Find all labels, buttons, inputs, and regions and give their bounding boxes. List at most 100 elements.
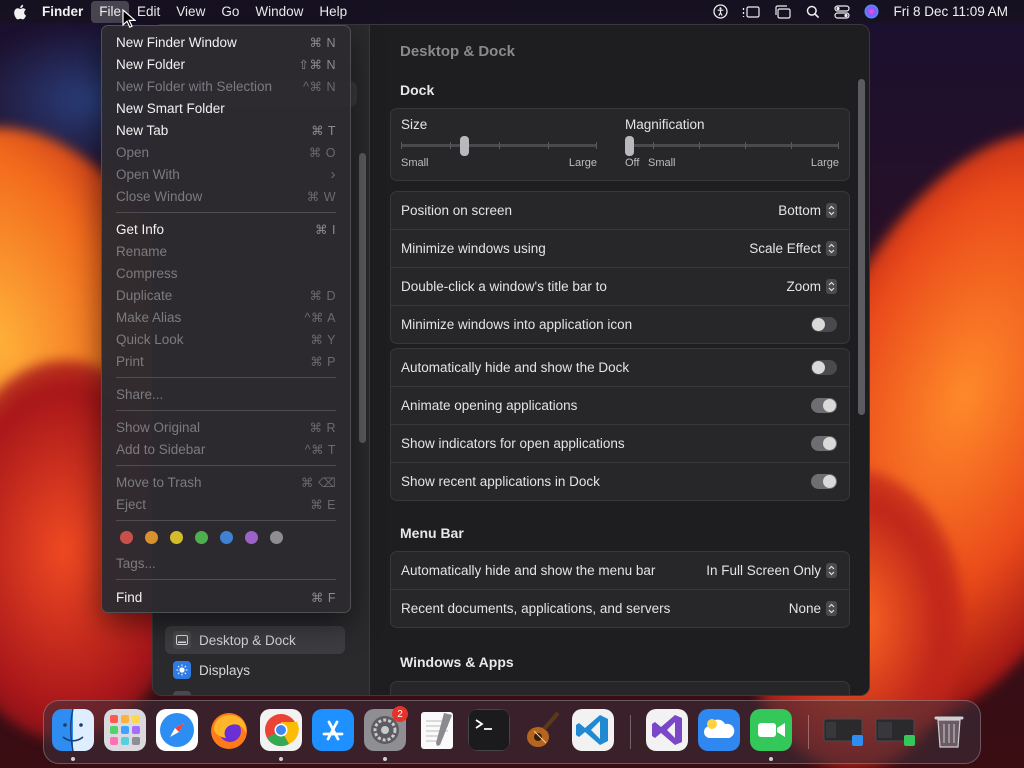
popup-value: None: [788, 601, 821, 616]
vscode-icon[interactable]: [572, 709, 614, 751]
menu-item-new-finder-window[interactable]: New Finder Window ⌘ N: [108, 31, 344, 53]
row-label: Minimize windows using: [401, 241, 546, 256]
size-slider-thumb[interactable]: [460, 136, 469, 156]
minimize-effect-popup-button[interactable]: Scale Effect: [749, 241, 837, 256]
siri-icon[interactable]: [864, 4, 879, 19]
minimized-facetime-window-icon[interactable]: [874, 709, 916, 751]
menu-item-duplicate[interactable]: Duplicate ⌘ D: [108, 284, 344, 306]
tag-purple-dot[interactable]: [245, 531, 258, 544]
tag-gray-dot[interactable]: [270, 531, 283, 544]
visual-studio-icon[interactable]: [646, 709, 688, 751]
content-scrollbar[interactable]: [858, 79, 865, 415]
menu-item-new-tab[interactable]: New Tab ⌘ T: [108, 119, 344, 141]
firefox-icon[interactable]: [208, 709, 250, 751]
auto-hide-menu-bar-popup-button[interactable]: In Full Screen Only: [706, 563, 837, 578]
terminal-icon[interactable]: [468, 709, 510, 751]
minimize-into-icon-row: Minimize windows into application icon: [391, 305, 849, 343]
popup-value: Scale Effect: [749, 241, 821, 256]
menu-item-label: Get Info: [116, 221, 165, 237]
launchpad-icon[interactable]: [104, 709, 146, 751]
menu-view[interactable]: View: [168, 1, 213, 23]
menu-item-label: New Smart Folder: [116, 100, 225, 116]
menu-item-add-to-sidebar[interactable]: Add to Sidebar ^⌘ T: [108, 438, 344, 460]
position-popup-button[interactable]: Bottom: [778, 203, 837, 218]
menu-shortcut: ⌘ E: [310, 497, 336, 512]
dock-behavior-group: Position on screen Bottom Minimize windo…: [390, 191, 850, 344]
trash-icon[interactable]: [928, 709, 970, 751]
menu-app-name[interactable]: Finder: [34, 1, 91, 23]
menu-shortcut: ⌘ N: [309, 35, 336, 50]
size-slider[interactable]: Size Small Large: [401, 117, 597, 169]
accessibility-icon[interactable]: [713, 4, 729, 19]
menu-item-tags[interactable]: Tags...: [108, 552, 344, 574]
magnification-slider-thumb[interactable]: [625, 136, 634, 156]
garageband-icon[interactable]: [520, 709, 562, 751]
menu-item-rename[interactable]: Rename: [108, 240, 344, 262]
recent-items-row: Recent documents, applications, and serv…: [391, 589, 849, 627]
file-menu-dropdown: New Finder Window ⌘ N New Folder ⇧⌘ N New …: [101, 25, 351, 613]
app-store-icon[interactable]: [312, 709, 354, 751]
finder-icon[interactable]: [52, 709, 94, 751]
menu-item-label: Print: [116, 353, 144, 369]
menu-item-label: Make Alias: [116, 309, 182, 325]
tag-orange-dot[interactable]: [145, 531, 158, 544]
facetime-icon[interactable]: [750, 709, 792, 751]
window-switcher-icon[interactable]: [774, 4, 792, 19]
menu-window[interactable]: Window: [247, 1, 311, 23]
menu-item-show-original[interactable]: Show Original ⌘ R: [108, 416, 344, 438]
row-label: Automatically hide and show the menu bar: [401, 563, 656, 578]
mouse-pointer-icon: [122, 8, 137, 34]
menu-shortcut: ⌘ D: [309, 288, 336, 303]
menu-item-new-folder-with-selection[interactable]: New Folder with Selection ^⌘ N: [108, 75, 344, 97]
menu-item-eject[interactable]: Eject ⌘ E: [108, 493, 344, 515]
tag-green-dot[interactable]: [195, 531, 208, 544]
recent-items-popup-button[interactable]: None: [789, 601, 837, 616]
apple-menu-icon[interactable]: [12, 3, 28, 21]
menu-item-close-window[interactable]: Close Window ⌘ W: [108, 185, 344, 207]
sidebar-item-partial[interactable]: [165, 686, 345, 695]
minimized-finder-window-icon[interactable]: [822, 709, 864, 751]
menu-item-quick-look[interactable]: Quick Look ⌘ Y: [108, 328, 344, 350]
tag-blue-dot[interactable]: [220, 531, 233, 544]
menu-item-move-to-trash[interactable]: Move to Trash ⌘ ⌫: [108, 471, 344, 493]
animate-opening-toggle[interactable]: [811, 398, 837, 413]
menu-bar-clock[interactable]: Fri 8 Dec 11:09 AM: [893, 4, 1008, 19]
menu-item-print[interactable]: Print ⌘ P: [108, 350, 344, 372]
magnification-slider-label: Magnification: [625, 117, 705, 132]
menu-item-new-folder[interactable]: New Folder ⇧⌘ N: [108, 53, 344, 75]
menu-item-open[interactable]: Open ⌘ O: [108, 141, 344, 163]
menu-item-find[interactable]: Find ⌘ F: [108, 586, 344, 608]
menu-item-open-with[interactable]: Open With ›: [108, 163, 344, 185]
show-recent-apps-toggle[interactable]: [811, 474, 837, 489]
menu-item-share[interactable]: Share...: [108, 383, 344, 405]
chevron-up-down-icon: [826, 563, 837, 578]
tag-yellow-dot[interactable]: [170, 531, 183, 544]
tag-red-dot[interactable]: [120, 531, 133, 544]
stage-manager-icon[interactable]: [742, 5, 761, 19]
sidebar-item-displays[interactable]: Displays: [165, 656, 345, 684]
safari-icon[interactable]: [156, 709, 198, 751]
minimize-into-icon-toggle[interactable]: [811, 317, 837, 332]
menu-separator: [116, 465, 336, 466]
double-click-popup-button[interactable]: Zoom: [786, 279, 837, 294]
control-center-icon[interactable]: [834, 4, 851, 19]
auto-hide-dock-toggle[interactable]: [811, 360, 837, 375]
row-label: Animate opening applications: [401, 398, 578, 413]
menu-help[interactable]: Help: [311, 1, 355, 23]
menu-item-new-smart-folder[interactable]: New Smart Folder: [108, 97, 344, 119]
menu-item-make-alias[interactable]: Make Alias ^⌘ A: [108, 306, 344, 328]
sidebar-scrollbar[interactable]: [359, 153, 366, 443]
magnification-slider[interactable]: Magnification Off Small Large: [625, 117, 839, 169]
icloud-icon[interactable]: [698, 709, 740, 751]
spotlight-search-icon[interactable]: [806, 5, 820, 19]
menu-go[interactable]: Go: [213, 1, 247, 23]
sidebar-item-desktop-dock[interactable]: Desktop & Dock: [165, 626, 345, 654]
chrome-icon[interactable]: [260, 709, 302, 751]
show-indicators-toggle[interactable]: [811, 436, 837, 451]
settings-content-pane: Desktop & Dock Dock Size Small Large Mag…: [370, 25, 869, 695]
menu-item-get-info[interactable]: Get Info ⌘ I: [108, 218, 344, 240]
size-slider-max-label: Large: [568, 157, 597, 169]
menu-item-label: Open With: [116, 166, 180, 182]
menu-item-compress[interactable]: Compress: [108, 262, 344, 284]
textedit-icon[interactable]: [416, 709, 458, 751]
